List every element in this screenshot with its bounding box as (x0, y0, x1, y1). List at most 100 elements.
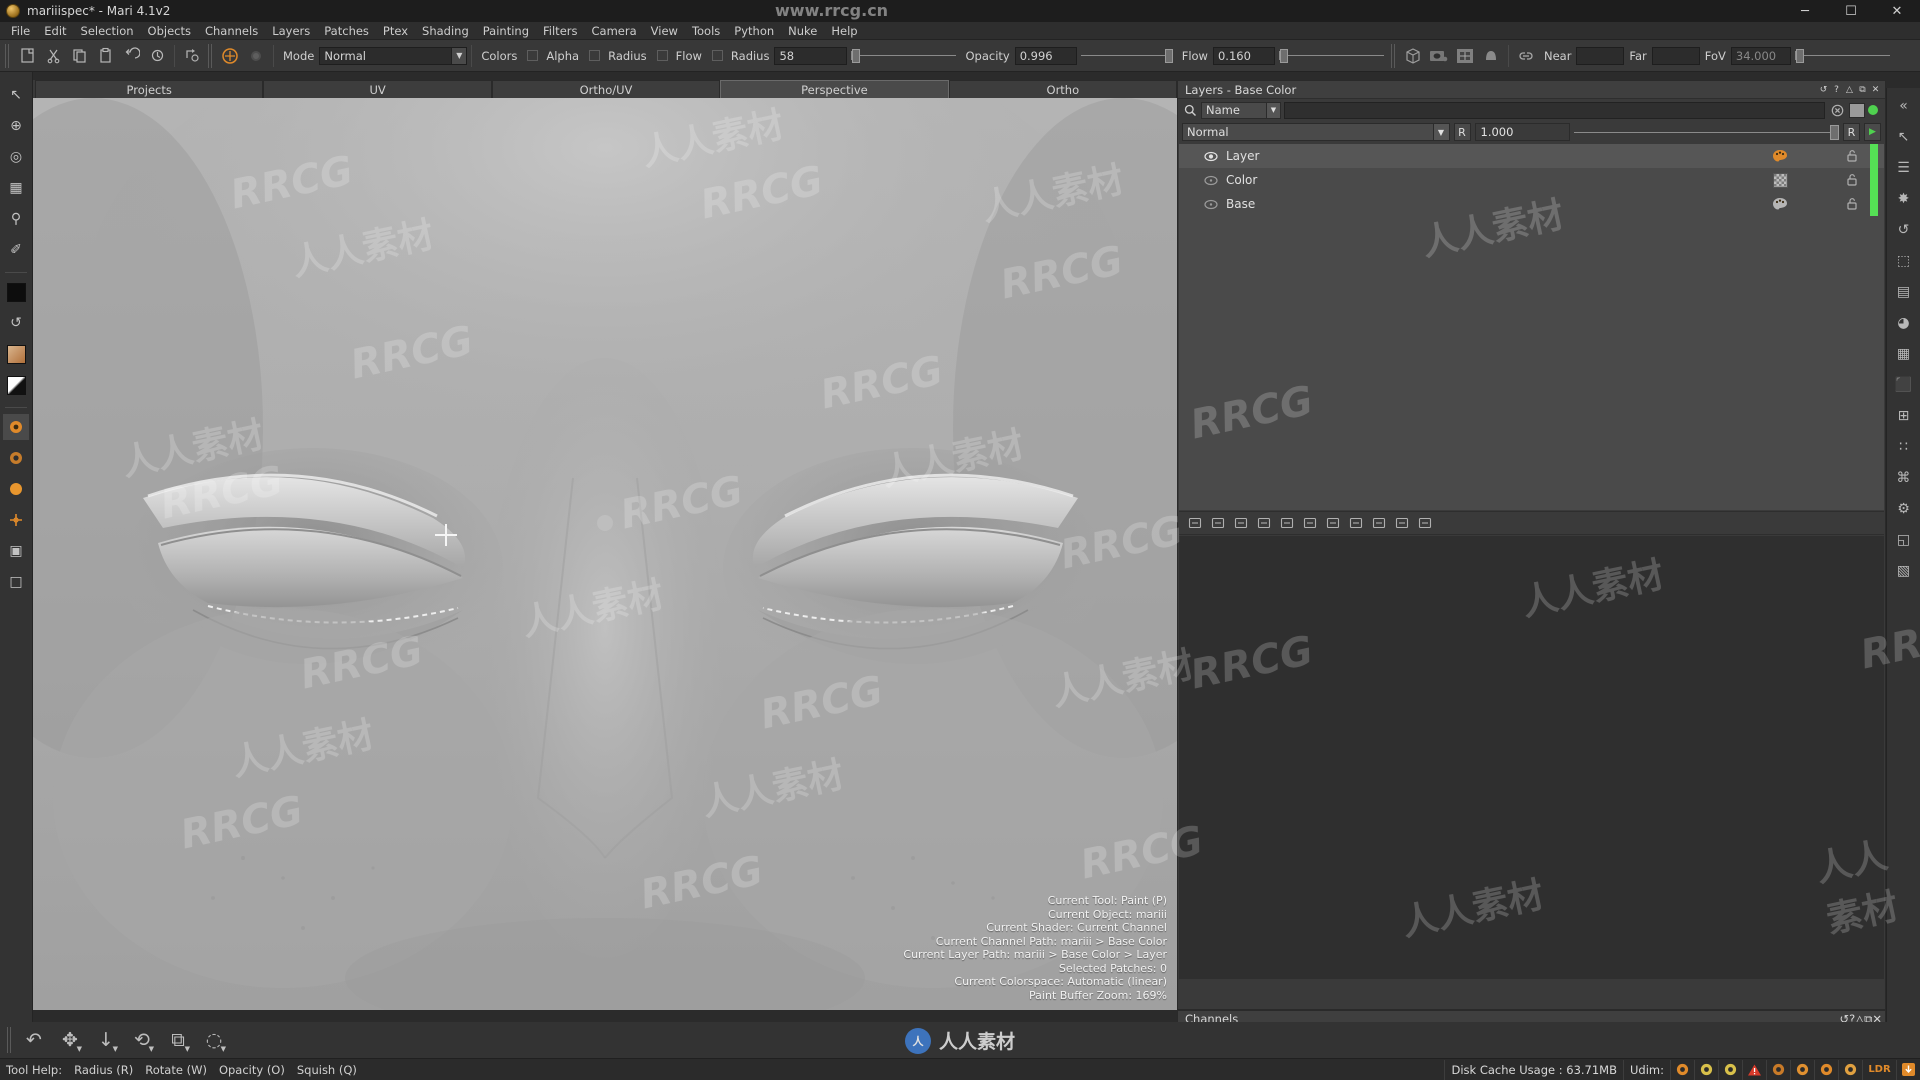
maximize-button[interactable]: ☐ (1828, 0, 1874, 22)
add-adjustment-icon[interactable] (1208, 513, 1228, 533)
objects-palette-icon[interactable]: ⬛ (1890, 371, 1918, 399)
layer-properties-area[interactable] (1179, 536, 1884, 979)
history-palette-icon[interactable]: ↺ (1890, 216, 1918, 244)
menu-item-shading[interactable]: Shading (415, 22, 476, 40)
radius-checkbox[interactable] (656, 50, 668, 61)
visibility-eye-icon[interactable] (1203, 148, 1219, 164)
tab-ortho-uv[interactable]: Ortho/UV (491, 80, 721, 98)
uv-palette-icon[interactable]: ⊞ (1890, 402, 1918, 430)
menu-item-channels[interactable]: Channels (198, 22, 265, 40)
new-project-icon[interactable] (14, 44, 40, 68)
radius-slider[interactable] (851, 47, 957, 65)
flow-slider[interactable] (1278, 47, 1384, 65)
foreground-color-swatch[interactable] (3, 279, 29, 305)
chevron-down-icon[interactable]: ▼ (221, 1045, 226, 1053)
progress-ring-icon[interactable] (1766, 1059, 1790, 1080)
snapshots-palette-icon[interactable]: ◱ (1890, 526, 1918, 554)
menu-item-tools[interactable]: Tools (685, 22, 727, 40)
clear-search-icon[interactable] (1828, 104, 1846, 117)
panel-popout-icon[interactable]: △ (1843, 83, 1856, 96)
add-group-icon[interactable] (1254, 513, 1274, 533)
cut-icon[interactable] (40, 44, 66, 68)
blend-mode-select[interactable]: Normal ▼ (319, 46, 468, 65)
checker-fill-icon[interactable] (1771, 171, 1789, 189)
menu-item-painting[interactable]: Painting (476, 22, 536, 40)
menu-item-camera[interactable]: Camera (585, 22, 644, 40)
layer-row[interactable]: Base (1179, 192, 1884, 216)
clone-stamp-tool[interactable] (3, 507, 29, 533)
texture-warning-icon[interactable] (1694, 1059, 1718, 1080)
menu-item-view[interactable]: View (644, 22, 685, 40)
paint-palette-icon[interactable] (1771, 195, 1789, 213)
undo-icon[interactable]: ↶ (16, 1025, 52, 1055)
opacity-slider[interactable] (1080, 47, 1173, 65)
dolly-tool-icon[interactable]: ↓ ▼ (88, 1025, 124, 1055)
grid-view-icon[interactable] (1415, 513, 1435, 533)
uv-grid-icon[interactable] (1452, 44, 1478, 68)
blur-brush-icon[interactable] (243, 44, 269, 68)
menu-item-ptex[interactable]: Ptex (376, 22, 415, 40)
chevron-down-icon[interactable]: ▼ (149, 1045, 154, 1053)
menu-item-layers[interactable]: Layers (265, 22, 317, 40)
paint-palette-icon[interactable] (1771, 147, 1789, 165)
menu-item-selection[interactable]: Selection (74, 22, 141, 40)
lock-icon[interactable] (1846, 149, 1860, 163)
orbit-tool-icon[interactable]: ⧉ ▼ (160, 1025, 196, 1055)
visibility-eye-icon[interactable] (1203, 172, 1219, 188)
rotate-tool-icon[interactable]: ⟲ ▼ (124, 1025, 160, 1055)
flow-checkbox[interactable] (711, 50, 723, 61)
channels-palette-icon[interactable]: ▧ (1890, 557, 1918, 585)
projectors-palette-icon[interactable]: ⬚ (1890, 247, 1918, 275)
gpu-status-icon[interactable] (1670, 1059, 1694, 1080)
alpha-checkbox[interactable] (589, 50, 601, 61)
patches-palette-icon[interactable]: ∷ (1890, 433, 1918, 461)
layer-opacity-slider[interactable] (1573, 123, 1839, 141)
collapse-panel-icon[interactable]: « (1890, 92, 1918, 120)
layer-row[interactable]: Layer (1179, 144, 1884, 168)
download-icon[interactable] (1896, 1059, 1920, 1080)
menu-item-edit[interactable]: Edit (37, 22, 73, 40)
toolbar-grip[interactable] (5, 43, 11, 68)
shelf-palette-icon[interactable]: ▦ (1890, 340, 1918, 368)
add-layer-icon[interactable] (1231, 513, 1251, 533)
fov-slider[interactable] (1794, 47, 1890, 65)
layer-row[interactable]: Color (1179, 168, 1884, 192)
chevron-down-icon[interactable]: ▼ (77, 1045, 82, 1053)
project-saved-icon[interactable] (1814, 1059, 1838, 1080)
toolbar-grip-3[interactable] (1390, 43, 1397, 68)
gradient-swatch[interactable] (3, 341, 29, 367)
layers-palette-icon[interactable]: ☰ (1890, 154, 1918, 182)
tool-properties-icon[interactable]: ⚙ (1890, 495, 1918, 523)
patch-warning-icon[interactable] (1718, 1059, 1742, 1080)
lock-icon[interactable] (1846, 173, 1860, 187)
zoom-tool[interactable]: ⚲ (3, 206, 29, 232)
far-input[interactable] (1651, 46, 1700, 65)
merge-layer-icon[interactable] (1323, 513, 1343, 533)
tab-projects[interactable]: Projects (35, 80, 264, 98)
tab-ortho[interactable]: Ortho (948, 80, 1178, 98)
transform-icon[interactable] (179, 44, 205, 68)
add-mask-icon[interactable] (1185, 513, 1205, 533)
menu-item-help[interactable]: Help (824, 22, 864, 40)
search-input[interactable] (1284, 101, 1825, 119)
blur-tool[interactable] (3, 445, 29, 471)
share-layer-icon[interactable] (1346, 513, 1366, 533)
radius-input[interactable]: 58 (774, 46, 848, 65)
menu-item-nuke[interactable]: Nuke (781, 22, 824, 40)
magnifier-select-tool[interactable]: ◎ (3, 144, 29, 170)
paint-target-tool[interactable]: ⊕ (3, 113, 29, 139)
panel-close-icon[interactable]: ✕ (1869, 83, 1882, 96)
panel-refresh-icon[interactable]: ↺ (1817, 83, 1830, 96)
cube-view-icon[interactable] (1400, 44, 1426, 68)
swap-colors-tool[interactable]: ↺ (3, 310, 29, 336)
select-arrow-tool[interactable]: ↖ (3, 82, 29, 108)
tab-perspective[interactable]: Perspective (720, 80, 949, 98)
image-manager-icon[interactable]: ▤ (1890, 278, 1918, 306)
shader-ball-icon[interactable] (1478, 44, 1504, 68)
redo-history-icon[interactable] (144, 44, 170, 68)
opacity-reset-button[interactable]: R (1843, 123, 1860, 141)
eyedropper-tool[interactable]: ✐ (3, 237, 29, 263)
cache-icon[interactable] (1838, 1059, 1862, 1080)
layer-blend-mode-select[interactable]: Normal ▼ (1182, 123, 1450, 141)
smudge-tool[interactable] (3, 476, 29, 502)
